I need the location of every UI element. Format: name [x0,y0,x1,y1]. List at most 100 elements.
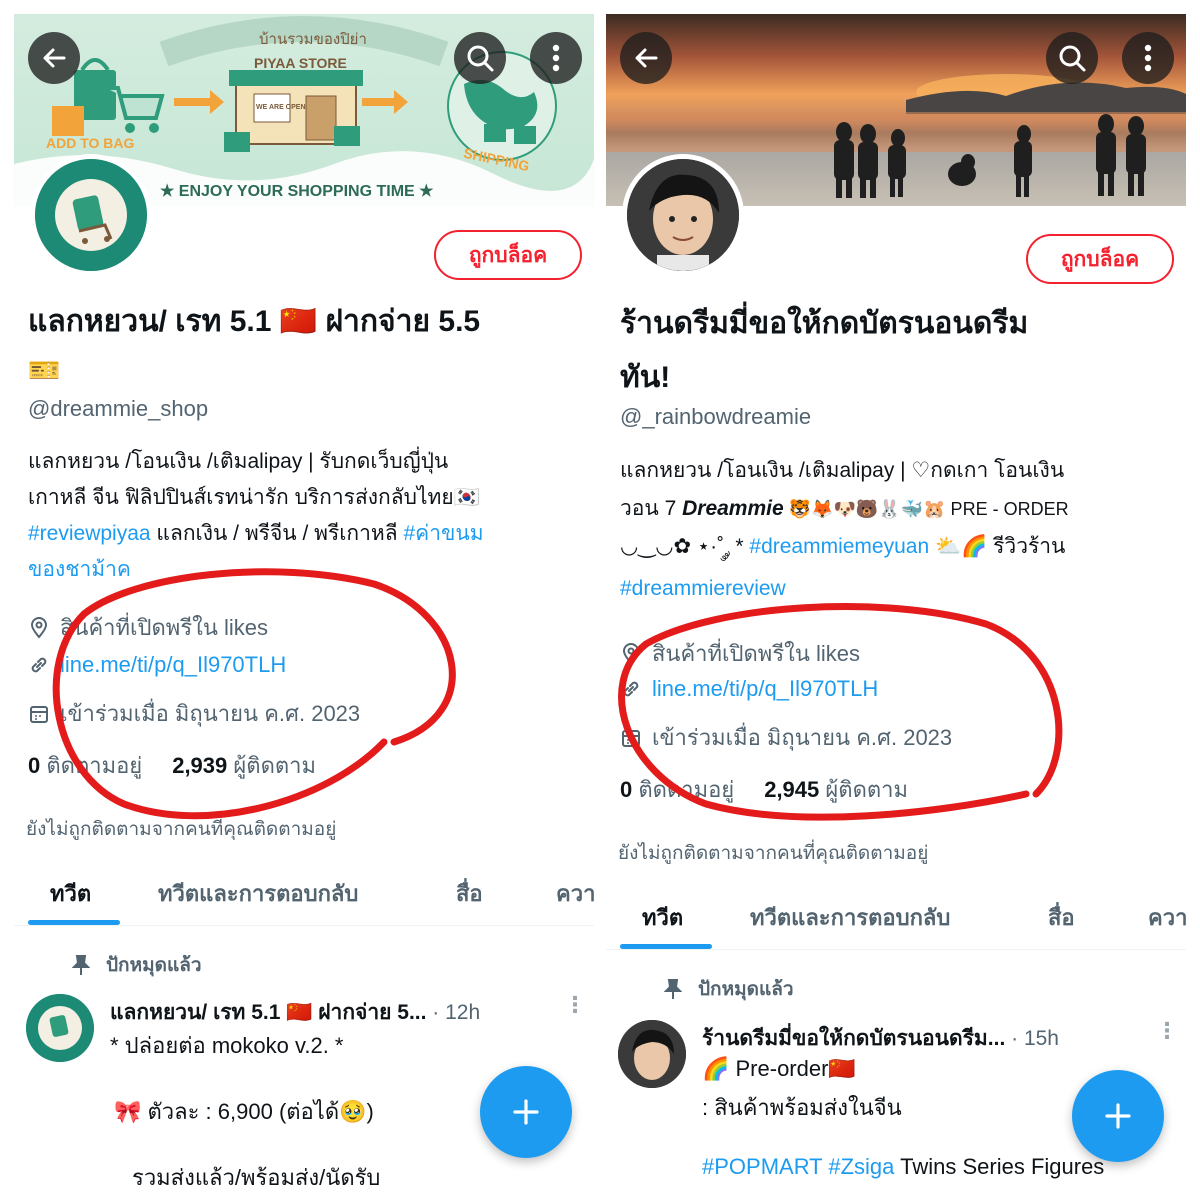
profile-handle: @_rainbowdreamie [620,404,812,429]
banner-open-sign: WE ARE OPEN [256,104,306,111]
url-link[interactable]: line.me/ti/p/q_Il970TLH [60,652,286,678]
pinned-label: ปักหมุดแล้ว [664,974,794,1004]
followers-label: ผู้ติดตาม [233,753,316,778]
profile-joined: เข้าร่วมเมื่อ มิถุนายน ค.ศ. 2023 [620,720,952,755]
hashtag-link[interactable]: #POPMART [702,1154,822,1179]
profile-avatar[interactable] [30,154,152,276]
compose-button[interactable] [480,1066,572,1158]
bio-text: ⛅🌈 รีวิวร้าน [929,535,1066,558]
bio-line: แลกหยวน /โอนเงิน /เติมalipay | ♡กดเกา โอ… [620,459,1065,482]
following-count: 0 [28,753,41,778]
followers-count: 2,939 [172,753,228,778]
display-name: ร้านดรีมมี่ขอให้กดบัตรนอนดรีม ทัน! [620,300,1175,402]
link-icon [31,657,47,673]
tab-media[interactable]: สื่อ [1048,884,1075,950]
tweet-author[interactable]: แลกหยวน/ เรท 5.1 🇨🇳 ฝากจ่าย 5... [110,1001,426,1024]
profile-tabs: ทวีต ทวีตและการตอบกลับ สื่อ ควา [14,860,594,926]
profile-panel-right: ถูกบล็อค ร้านดรีมมี่ขอให้กดบัตรนอนดรีม ท… [606,14,1186,1200]
bio-line: ◡‿◡✿ ⋆·˚ ༘ * #dreammiemeyuan ⛅🌈 รีวิวร้า… [620,528,1175,566]
back-button[interactable] [620,32,672,84]
tweet-text: #POPMART #Zsiga Twins Series Figures [702,1154,1104,1180]
tweet-text: * ปล่อยต่อ mokoko v.2. * [110,1033,344,1058]
profile-bio: แลกหยวน /โอนเงิน /เติมalipay | รับกดเว็บ… [28,444,583,588]
tab-media[interactable]: สื่อ [456,860,483,926]
bio-line: #dreammiereview [620,570,1175,608]
pin-icon [664,979,682,999]
compose-button[interactable] [1072,1070,1164,1162]
avatar-photo [627,159,739,271]
following-label: ติดตามอยู่ [638,777,735,802]
followers-stat[interactable]: 2,945 ผู้ติดตาม [764,772,908,807]
hashtag-link[interactable]: ของชาม้าค [28,558,131,581]
location-text: สินค้าที่เปิดพรีใน likes [652,641,861,666]
back-button[interactable] [28,32,80,84]
search-icon [467,45,494,72]
plus-icon [1105,1103,1131,1129]
tab-likes[interactable]: ควา [1148,884,1186,950]
search-button[interactable] [1046,32,1098,84]
tab-tweets[interactable]: ทวีต [642,884,683,950]
more-vertical-icon [1144,44,1152,72]
hashtag-link[interactable]: #Zsiga [828,1154,894,1179]
not-followed-notice: ยังไม่ถูกติดตามจากคนที่คุณติดตามอยู่ [618,843,929,864]
tweet-text: 🌈 Pre-order🇨🇳 [702,1056,856,1081]
location-pin-icon [30,616,48,639]
url-link[interactable]: line.me/ti/p/q_Il970TLH [652,676,878,702]
tab-likes[interactable]: ควา [556,860,594,926]
calendar-icon [30,705,48,723]
avatar-logo [35,159,147,271]
hashtag-link[interactable]: #reviewpiyaa [28,522,151,545]
profile-location: สินค้าที่เปิดพรีใน likes [28,610,268,645]
tweet-header: ร้านดรีมมี่ขอให้กดบัตรนอนดรีม... · 15h [702,1022,1059,1055]
following-label: ติดตามอยู่ [46,753,143,778]
display-name: แลกหยวน/ เรท 5.1 🇨🇳 ฝากจ่าย 5.5 🎫 [28,298,583,394]
profile-bio: แลกหยวน /โอนเงิน /เติมalipay | ♡กดเกา โอ… [620,452,1175,608]
tweet-avatar[interactable] [618,1020,686,1088]
tweet-avatar-photo [618,1020,686,1088]
followers-count: 2,945 [764,777,820,802]
tweet-text-rest: Twins Series Figures [894,1154,1105,1179]
active-tab-indicator [28,920,120,925]
followers-label: ผู้ติดตาม [825,777,908,802]
profile-panel-left: บ้านรวมของปิย่า PIYAA STORE WE ARE OPEN … [14,14,594,1200]
back-arrow-icon [635,48,658,68]
tweet-more-button[interactable]: ⋮ [1156,1018,1178,1044]
profile-url[interactable]: line.me/ti/p/q_Il970TLH [620,676,878,702]
active-tab-indicator [620,944,712,949]
tweet-more-button[interactable]: ⋮ [564,992,586,1018]
search-button[interactable] [454,32,506,84]
pin-icon [72,955,90,975]
followers-stat[interactable]: 2,939 ผู้ติดตาม [172,748,316,783]
location-text: สินค้าที่เปิดพรีใน likes [60,615,269,640]
following-stat[interactable]: 0 ติดตามอยู่ [28,748,142,783]
tab-tweets[interactable]: ทวีต [50,860,91,926]
hashtag-link[interactable]: #dreammiemeyuan [749,535,929,558]
plus-icon [513,1099,539,1125]
profile-handle: @dreammie_shop [28,396,209,421]
more-options-button[interactable] [1122,32,1174,84]
pinned-text: ปักหมุดแล้ว [698,979,794,1000]
profile-avatar[interactable] [622,154,744,276]
profile-url[interactable]: line.me/ti/p/q_Il970TLH [28,652,286,678]
location-pin-icon [622,642,640,665]
bio-line: แลกหยวน /โอนเงิน /เติมalipay | รับกดเว็บ… [28,450,449,473]
banner-store-sign: PIYAA STORE [254,55,347,71]
hashtag-link[interactable]: #dreammiereview [620,577,786,600]
tweet-author[interactable]: ร้านดรีมมี่ขอให้กดบัตรนอนดรีม... [702,1027,1005,1050]
bio-text: ◡‿◡✿ ⋆·˚ ༘ * [620,535,750,558]
following-stat[interactable]: 0 ติดตามอยู่ [620,772,734,807]
tab-tweets-replies[interactable]: ทวีตและการตอบกลับ [750,884,950,950]
hashtag-link[interactable]: #ค่าขนม [403,522,483,545]
banner-tagline: ★ ENJOY YOUR SHOPPING TIME ★ [160,183,434,200]
tweet-header: แลกหยวน/ เรท 5.1 🇨🇳 ฝากจ่าย 5... · 12h [110,996,480,1029]
bio-text-bold: Dreammie [682,497,784,520]
tweet-text: รวมส่งแล้ว/พร้อมส่ง/นัดรับ [132,1165,381,1190]
blocked-button[interactable]: ถูกบล็อค [1026,234,1174,284]
profile-location: สินค้าที่เปิดพรีใน likes [620,636,860,671]
tweet-avatar[interactable] [26,994,94,1062]
profile-tabs: ทวีต ทวีตและการตอบกลับ สื่อ ควา [606,884,1186,950]
display-name-line1: ร้านดรีมมี่ขอให้กดบัตรนอนดรีม [620,307,1029,340]
blocked-button[interactable]: ถูกบล็อค [434,230,582,280]
tab-tweets-replies[interactable]: ทวีตและการตอบกลับ [158,860,358,926]
more-options-button[interactable] [530,32,582,84]
